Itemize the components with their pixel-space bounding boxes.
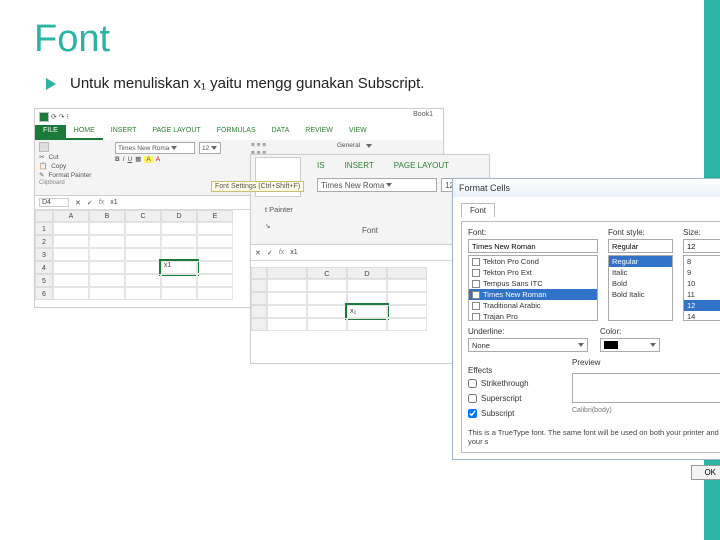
fill-color-button[interactable]: A bbox=[144, 156, 152, 163]
font-color-button[interactable]: A bbox=[156, 156, 160, 163]
formula-bar[interactable]: x1 bbox=[110, 199, 117, 206]
formula-bar-2[interactable]: x1 bbox=[290, 249, 297, 256]
ztab-is[interactable]: IS bbox=[317, 161, 325, 170]
underline-label: Underline: bbox=[468, 327, 590, 336]
calibri-note: Calibri(body) bbox=[572, 407, 720, 414]
bold-button[interactable]: B bbox=[115, 156, 120, 163]
color-label: Color: bbox=[600, 327, 720, 336]
style-input[interactable] bbox=[608, 239, 673, 253]
workbook-title: Book1 bbox=[413, 111, 433, 118]
subscript-checkbox[interactable] bbox=[468, 409, 477, 418]
fx-accept-2[interactable]: ✓ bbox=[267, 249, 273, 257]
fx-cancel-2[interactable]: ✕ bbox=[255, 249, 261, 257]
effects-label: Effects bbox=[468, 366, 562, 375]
tab-review[interactable]: REVIEW bbox=[297, 125, 341, 140]
fx-accept[interactable]: ✓ bbox=[87, 199, 93, 207]
font-listbox[interactable]: Tekton Pro Cond Tekton Pro Ext Tempus Sa… bbox=[468, 255, 598, 321]
size-input[interactable] bbox=[683, 239, 720, 253]
fx-cancel[interactable]: ✕ bbox=[75, 199, 81, 207]
ztab-insert[interactable]: INSERT bbox=[345, 161, 374, 170]
font-input[interactable] bbox=[468, 239, 598, 253]
qat: ⟳ ↷ ⁝ bbox=[51, 113, 69, 121]
tab-view[interactable]: VIEW bbox=[341, 125, 375, 140]
fx-icon: fx bbox=[99, 199, 104, 206]
style-listbox[interactable]: Regular Italic Bold Bold Italic bbox=[608, 255, 673, 321]
cut-label[interactable]: Cut bbox=[48, 154, 58, 161]
launcher-icon[interactable]: ↘ bbox=[265, 222, 270, 239]
bullet-icon bbox=[44, 78, 56, 90]
bullet-text: Untuk menuliskan x₁ yaitu mengg gunakan … bbox=[70, 75, 424, 92]
font-group-label: Font bbox=[280, 222, 459, 239]
preview-label: Preview bbox=[572, 358, 720, 367]
fx-icon-2: fx bbox=[279, 249, 284, 256]
dialog-tab-font[interactable]: Font bbox=[461, 203, 495, 217]
truetype-note: This is a TrueType font. The same font w… bbox=[468, 428, 720, 446]
superscript-checkbox[interactable] bbox=[468, 394, 477, 403]
name-box[interactable]: D4 bbox=[39, 198, 69, 207]
clipboard-group-label: Clipboard bbox=[39, 180, 109, 186]
slide-title: Font bbox=[34, 18, 670, 61]
border-button[interactable]: ▦ bbox=[135, 155, 141, 163]
tab-file[interactable]: FILE bbox=[35, 125, 66, 140]
selected-cell-2[interactable]: x₁ bbox=[347, 305, 387, 318]
painter-label[interactable]: Format Painter bbox=[48, 172, 91, 179]
tab-pagelayout[interactable]: PAGE LAYOUT bbox=[144, 125, 208, 140]
copy-label[interactable]: Copy bbox=[51, 163, 66, 170]
font-size-combo[interactable]: 12 bbox=[199, 142, 221, 154]
excel-icon bbox=[39, 112, 49, 122]
font-settings-tooltip: Font Settings (Ctrl+Shift+F) bbox=[211, 181, 304, 192]
size-label: Size: bbox=[683, 228, 720, 237]
color-combo[interactable] bbox=[600, 338, 660, 352]
ribbon-tabs: FILE HOME INSERT PAGE LAYOUT FORMULAS DA… bbox=[35, 125, 443, 140]
paste-icon[interactable] bbox=[39, 142, 49, 152]
number-format[interactable]: General bbox=[337, 142, 360, 149]
font-name-combo[interactable]: Times New Roma bbox=[115, 142, 195, 154]
dialog-titlebar: Format Cells bbox=[453, 179, 720, 197]
underline-combo[interactable]: None bbox=[468, 338, 588, 352]
style-label: Font style: bbox=[608, 228, 673, 237]
painter-fragment: t Painter bbox=[255, 203, 485, 216]
font-name-combo-2[interactable]: Times New Roma bbox=[317, 178, 437, 192]
font-label: Font: bbox=[468, 228, 598, 237]
italic-button[interactable]: I bbox=[123, 156, 125, 163]
slide: Font Untuk menuliskan x₁ yaitu mengg gun… bbox=[0, 0, 704, 540]
tab-formulas[interactable]: FORMULAS bbox=[209, 125, 264, 140]
strikethrough-checkbox[interactable] bbox=[468, 379, 477, 388]
format-cells-dialog: Format Cells Font Font: Tekton Pro Cond … bbox=[452, 178, 720, 460]
bullet-row: Untuk menuliskan x₁ yaitu mengg gunakan … bbox=[44, 75, 670, 92]
ztab-pagelayout[interactable]: PAGE LAYOUT bbox=[394, 161, 449, 170]
ok-button[interactable]: OK bbox=[691, 465, 720, 480]
tab-insert[interactable]: INSERT bbox=[103, 125, 145, 140]
tab-data[interactable]: DATA bbox=[264, 125, 298, 140]
selected-cell[interactable]: x1 bbox=[161, 261, 197, 274]
preview-box bbox=[572, 373, 720, 403]
tab-home[interactable]: HOME bbox=[66, 125, 103, 140]
size-listbox[interactable]: 8 9 10 11 12 14 bbox=[683, 255, 720, 321]
underline-button[interactable]: U bbox=[128, 156, 133, 163]
